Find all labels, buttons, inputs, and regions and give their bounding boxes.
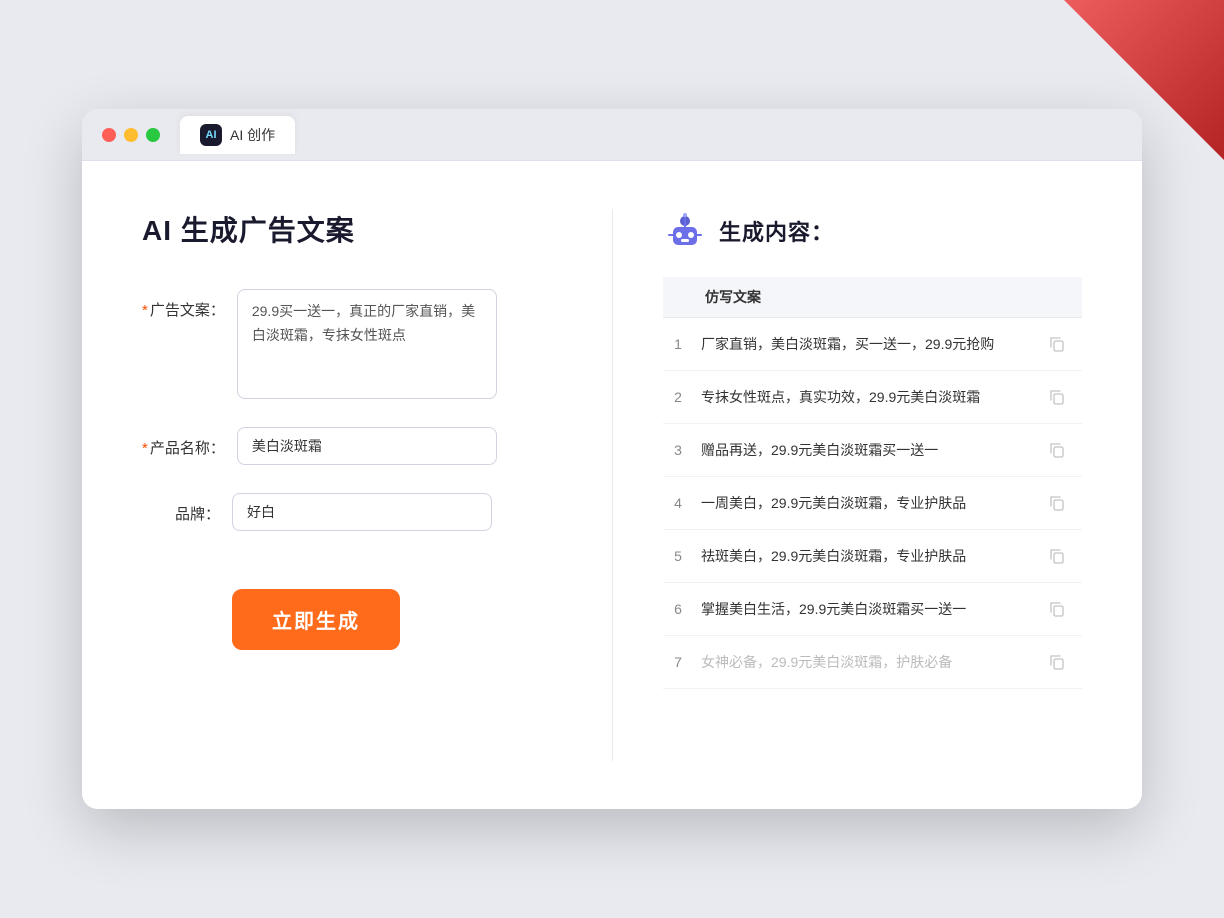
col-action [1037,277,1082,318]
row-number: 5 [663,530,693,583]
result-title: 生成内容： [719,215,834,247]
page-title: AI 生成广告文案 [142,209,542,249]
table-row: 2专抹女性斑点，真实功效，29.9元美白淡斑霜 [663,371,1082,424]
ad-copy-input[interactable]: 29.9买一送一，真正的厂家直销，美白淡斑霜，专抹女性斑点 [237,289,497,399]
copy-button[interactable] [1045,385,1069,409]
copy-cell [1037,318,1082,371]
minimize-button[interactable] [124,128,138,142]
ai-icon: AI [200,124,222,146]
brand-group: 品牌： [142,493,542,531]
copy-cell [1037,636,1082,689]
brand-label: 品牌： [142,493,232,524]
row-number: 1 [663,318,693,371]
copy-cell [1037,530,1082,583]
row-number: 4 [663,477,693,530]
table-row: 5祛斑美白，29.9元美白淡斑霜，专业护肤品 [663,530,1082,583]
copy-cell [1037,583,1082,636]
copy-button[interactable] [1045,650,1069,674]
table-row: 1厂家直销，美白淡斑霜，买一送一，29.9元抢购 [663,318,1082,371]
copy-button[interactable] [1045,597,1069,621]
copy-button[interactable] [1045,544,1069,568]
row-text: 赠品再送，29.9元美白淡斑霜买一送一 [693,424,1037,477]
right-panel: 生成内容： 仿写文案 1厂家直销，美白淡斑霜，买一送一，29.9元抢购 2专抹女… [623,209,1082,761]
row-text: 掌握美白生活，29.9元美白淡斑霜买一送一 [693,583,1037,636]
close-button[interactable] [102,128,116,142]
brand-input[interactable] [232,493,492,531]
table-row: 4一周美白，29.9元美白淡斑霜，专业护肤品 [663,477,1082,530]
maximize-button[interactable] [146,128,160,142]
result-header: 生成内容： [663,209,1082,253]
row-number: 2 [663,371,693,424]
generate-button[interactable]: 立即生成 [232,589,400,650]
title-bar: AI AI 创作 [82,109,1142,161]
copy-cell [1037,371,1082,424]
ai-tab[interactable]: AI AI 创作 [180,116,295,154]
ad-copy-label: *广告文案： [142,289,237,320]
required-star-1: * [142,302,148,319]
required-star-2: * [142,440,148,457]
row-number: 7 [663,636,693,689]
product-name-label: *产品名称： [142,427,237,458]
left-panel: AI 生成广告文案 *广告文案： 29.9买一送一，真正的厂家直销，美白淡斑霜，… [142,209,602,761]
row-number: 6 [663,583,693,636]
window-controls [102,128,160,142]
browser-window: AI AI 创作 AI 生成广告文案 *广告文案： 29.9买一送一，真正的厂家… [82,109,1142,809]
copy-cell [1037,424,1082,477]
tab-label: AI 创作 [230,125,275,145]
product-name-input[interactable] [237,427,497,465]
row-text: 厂家直销，美白淡斑霜，买一送一，29.9元抢购 [693,318,1037,371]
col-num [663,277,693,318]
row-text: 一周美白，29.9元美白淡斑霜，专业护肤品 [693,477,1037,530]
ad-copy-group: *广告文案： 29.9买一送一，真正的厂家直销，美白淡斑霜，专抹女性斑点 [142,289,542,399]
row-text: 女神必备，29.9元美白淡斑霜，护肤必备 [693,636,1037,689]
robot-icon [663,209,707,253]
copy-cell [1037,477,1082,530]
main-content: AI 生成广告文案 *广告文案： 29.9买一送一，真正的厂家直销，美白淡斑霜，… [82,161,1142,809]
copy-button[interactable] [1045,491,1069,515]
row-number: 3 [663,424,693,477]
results-table: 仿写文案 1厂家直销，美白淡斑霜，买一送一，29.9元抢购 2专抹女性斑点，真实… [663,277,1082,689]
row-text: 祛斑美白，29.9元美白淡斑霜，专业护肤品 [693,530,1037,583]
copy-button[interactable] [1045,332,1069,356]
copy-button[interactable] [1045,438,1069,462]
product-name-group: *产品名称： [142,427,542,465]
table-row: 3赠品再送，29.9元美白淡斑霜买一送一 [663,424,1082,477]
table-row: 6掌握美白生活，29.9元美白淡斑霜买一送一 [663,583,1082,636]
table-row: 7女神必备，29.9元美白淡斑霜，护肤必备 [663,636,1082,689]
row-text: 专抹女性斑点，真实功效，29.9元美白淡斑霜 [693,371,1037,424]
col-header: 仿写文案 [693,277,1037,318]
panel-divider [612,209,613,761]
